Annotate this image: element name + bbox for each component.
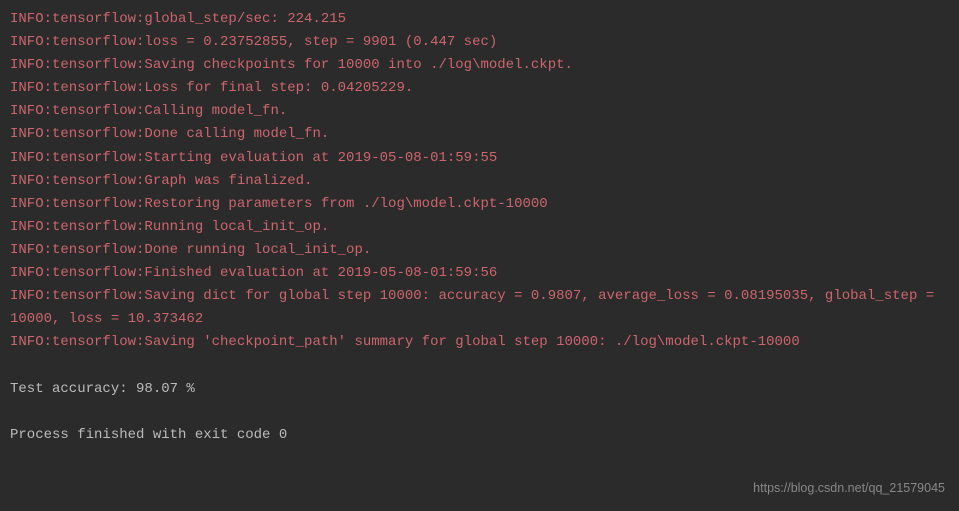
log-line: INFO:tensorflow:Starting evaluation at 2… [10,147,949,170]
log-line: INFO:tensorflow:Saving checkpoints for 1… [10,54,949,77]
log-line: Process finished with exit code 0 [10,424,949,447]
log-line: INFO:tensorflow:Done running local_init_… [10,239,949,262]
watermark-text: https://blog.csdn.net/qq_21579045 [753,478,945,499]
log-line [10,354,949,377]
log-line: INFO:tensorflow:Graph was finalized. [10,170,949,193]
log-line: INFO:tensorflow:Finished evaluation at 2… [10,262,949,285]
log-line: INFO:tensorflow:Calling model_fn. [10,100,949,123]
log-line: INFO:tensorflow:Saving 'checkpoint_path'… [10,331,949,354]
log-line: INFO:tensorflow:loss = 0.23752855, step … [10,31,949,54]
console-output: INFO:tensorflow:global_step/sec: 224.215… [10,8,949,447]
log-line [10,401,949,424]
log-line: INFO:tensorflow:Restoring parameters fro… [10,193,949,216]
log-line: INFO:tensorflow:Done calling model_fn. [10,123,949,146]
log-line: INFO:tensorflow:Running local_init_op. [10,216,949,239]
log-line: INFO:tensorflow:global_step/sec: 224.215 [10,8,949,31]
log-line: INFO:tensorflow:Loss for final step: 0.0… [10,77,949,100]
log-line: INFO:tensorflow:Saving dict for global s… [10,285,949,331]
log-line: Test accuracy: 98.07 % [10,378,949,401]
